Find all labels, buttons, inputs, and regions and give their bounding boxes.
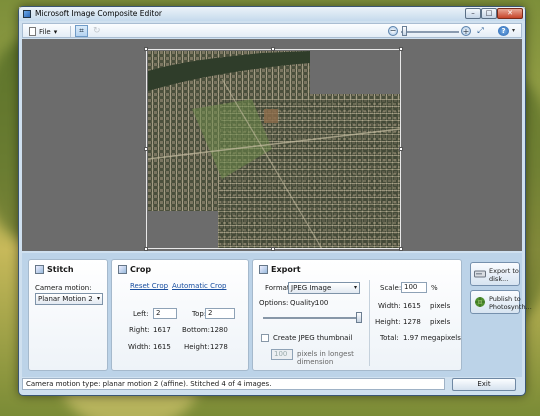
export-title-label: Export (271, 265, 301, 274)
format-value: JPEG Image (291, 284, 332, 292)
scale-unit: % (431, 284, 438, 292)
export-width-unit: pixels (430, 302, 451, 310)
zoom-slider-track[interactable] (401, 31, 459, 33)
crop-handle[interactable] (399, 47, 403, 51)
crop-handle[interactable] (144, 147, 148, 151)
photosynth-icon (475, 297, 485, 307)
quality-label: Quality: (290, 299, 317, 307)
quality-slider-track[interactable] (263, 317, 359, 319)
stitch-icon (35, 265, 44, 274)
scale-label: Scale: (380, 284, 402, 292)
publish-photosynth-label: Publish to Photosynth... (489, 295, 532, 311)
crop-right-value: 1617 (153, 326, 171, 334)
quality-slider-thumb[interactable] (356, 312, 362, 323)
export-height-unit: pixels (430, 318, 451, 326)
options-label: Options: (259, 299, 289, 307)
export-to-disk-button[interactable]: Export to disk... (470, 262, 520, 286)
crop-title-label: Crop (130, 265, 152, 274)
crop-bottom-value: 1280 (210, 326, 228, 334)
chevron-down-icon: ▾ (96, 295, 100, 302)
status-bar: Camera motion type: planar motion 2 (aff… (22, 378, 445, 390)
file-menu-label: File (39, 27, 51, 36)
crop-top-input[interactable]: 2 (205, 308, 235, 319)
crop-handle[interactable] (144, 47, 148, 51)
crop-right-label: Right: (129, 326, 150, 334)
thumbnail-size-input[interactable]: 100 (271, 349, 293, 360)
quality-value: 100 (315, 299, 329, 307)
zoom-out-icon[interactable]: − (388, 26, 398, 36)
crop-handle[interactable] (144, 247, 148, 251)
fit-to-window-icon[interactable]: ⤢ (475, 26, 486, 36)
exit-button[interactable]: Exit (452, 378, 516, 391)
file-menu-button[interactable]: File ▾ (29, 26, 57, 37)
crop-tool-button[interactable]: ⌗ (75, 25, 88, 37)
help-icon[interactable]: ? (498, 26, 509, 36)
total-label: Total: (380, 334, 399, 342)
crop-icon (118, 265, 127, 274)
export-divider (369, 280, 370, 366)
camera-motion-select[interactable]: Planar Motion 2 ▾ (35, 293, 103, 305)
automatic-crop-link[interactable]: Automatic Crop (172, 282, 226, 290)
export-width-value: 1615 (403, 302, 421, 310)
export-height-value: 1278 (403, 318, 421, 326)
crop-selection-box[interactable] (146, 49, 401, 249)
crop-bottom-label: Bottom: (182, 326, 211, 334)
export-title: Export (259, 265, 301, 274)
app-window: Microsoft Image Composite Editor – □ ✕ F… (18, 6, 532, 396)
window-title: Microsoft Image Composite Editor (35, 9, 162, 18)
document-icon (29, 27, 36, 36)
toolbar: File ▾ ⌗ ↻ − + ⤢ ? ▾ (22, 23, 522, 38)
crop-width-label: Width: (128, 343, 151, 351)
zoom-slider-thumb[interactable] (402, 26, 407, 36)
publish-photosynth-button[interactable]: Publish to Photosynth... (470, 290, 532, 314)
thumbnail-checkbox[interactable] (261, 334, 269, 342)
app-icon (23, 10, 31, 18)
format-select[interactable]: JPEG Image ▾ (288, 282, 360, 294)
help-menu-chevron-icon[interactable]: ▾ (512, 27, 515, 34)
crop-title: Crop (118, 265, 151, 274)
chevron-down-icon: ▾ (53, 27, 58, 36)
total-value: 1.97 megapixels (403, 334, 461, 342)
title-bar: Microsoft Image Composite Editor – □ ✕ (19, 7, 525, 21)
crop-height-label: Height: (184, 343, 210, 351)
thumbnail-label: Create JPEG thumbnail (273, 334, 353, 342)
crop-handle[interactable] (399, 147, 403, 151)
toolbar-separator (70, 26, 71, 37)
reset-crop-link[interactable]: Reset Crop (130, 282, 168, 290)
panorama-canvas[interactable] (22, 39, 522, 251)
zoom-in-icon[interactable]: + (461, 26, 471, 36)
crop-section: Crop Reset Crop Automatic Crop Left: 2 T… (111, 259, 249, 371)
crop-left-label: Left: (133, 310, 149, 318)
maximize-button[interactable]: □ (481, 8, 497, 19)
disk-icon (474, 270, 486, 278)
thumbnail-size-note: pixels in longest dimension (297, 350, 354, 366)
stitch-section: Stitch Camera motion: Planar Motion 2 ▾ (28, 259, 108, 371)
export-section: Export Format: JPEG Image ▾ Options: Qua… (252, 259, 462, 371)
close-button[interactable]: ✕ (497, 8, 523, 19)
stitch-title-label: Stitch (47, 265, 74, 274)
crop-handle[interactable] (271, 247, 275, 251)
crop-left-input[interactable]: 2 (153, 308, 177, 319)
scale-input[interactable]: 100 (401, 282, 427, 293)
crop-width-value: 1615 (153, 343, 171, 351)
export-height-label: Height: (375, 318, 401, 326)
crop-handle[interactable] (399, 247, 403, 251)
camera-motion-value: Planar Motion 2 (38, 295, 93, 303)
export-to-disk-label: Export to disk... (489, 267, 519, 283)
export-icon (259, 265, 268, 274)
export-width-label: Width: (378, 302, 401, 310)
crop-height-value: 1278 (210, 343, 228, 351)
settings-panel: Stitch Camera motion: Planar Motion 2 ▾ … (22, 253, 532, 377)
minimize-button[interactable]: – (465, 8, 481, 19)
stitch-title: Stitch (35, 265, 74, 274)
camera-motion-label: Camera motion: (35, 284, 92, 292)
crop-handle[interactable] (271, 47, 275, 51)
rotate-icon[interactable]: ↻ (93, 26, 101, 36)
chevron-down-icon: ▾ (353, 284, 357, 291)
